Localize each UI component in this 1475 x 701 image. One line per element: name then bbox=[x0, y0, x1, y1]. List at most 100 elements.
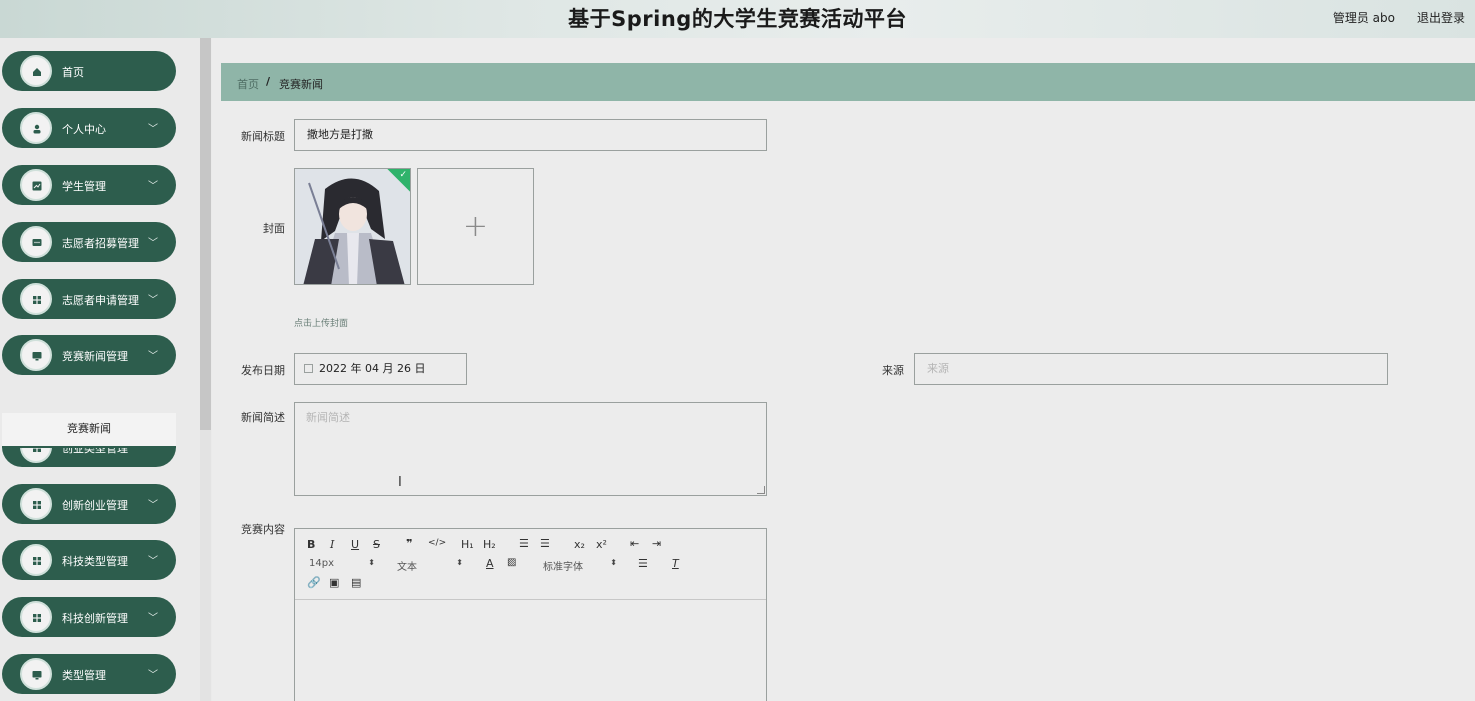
sidebar-item[interactable]: 志愿者招募管理 ﹀ bbox=[2, 222, 176, 262]
sidebar-item-label: 科技类型管理 bbox=[62, 555, 128, 568]
underline-icon[interactable]: U bbox=[351, 538, 359, 551]
video-icon[interactable]: ▤ bbox=[351, 576, 361, 589]
grid-icon bbox=[33, 614, 41, 622]
sidebar-item[interactable]: 创新创业管理 ﹀ bbox=[2, 484, 176, 524]
sidebar-item[interactable]: 学生管理 ﹀ bbox=[2, 165, 176, 205]
monitor-icon bbox=[32, 671, 42, 680]
sidebar-item[interactable]: 类型管理 ﹀ bbox=[2, 654, 176, 694]
chevron-down-icon: ﹀ bbox=[148, 295, 158, 306]
upload-hint: 点击上传封面 bbox=[294, 319, 349, 329]
sidebar-item[interactable]: 竞赛新闻管理 ﹀ bbox=[2, 335, 176, 375]
sidebar-item-label: 科技创新管理 bbox=[62, 612, 128, 625]
sidebar-scrollbar[interactable] bbox=[200, 38, 211, 701]
code-icon[interactable]: </> bbox=[428, 538, 446, 548]
outdent-icon[interactable]: ⇤ bbox=[630, 537, 639, 550]
font-family-select[interactable]: 标准字体 ⬍ bbox=[543, 558, 617, 573]
plus-icon: + bbox=[462, 209, 489, 244]
font-family-value: 标准字体 bbox=[543, 562, 583, 573]
sidebar-item[interactable]: 个人中心 ﹀ bbox=[2, 108, 176, 148]
logout-link[interactable]: 退出登录 bbox=[1417, 9, 1465, 26]
summary-label: 新闻简述 bbox=[241, 411, 285, 424]
chevron-down-icon: ﹀ bbox=[148, 613, 158, 624]
sidebar-item[interactable]: 科技类型管理 ﹀ bbox=[2, 540, 176, 580]
menu-icon-circle bbox=[20, 544, 52, 576]
clear-format-icon[interactable]: T bbox=[672, 557, 679, 570]
subscript-icon[interactable]: x₂ bbox=[574, 538, 585, 551]
sidebar: 首页 个人中心 ﹀ 学生管理 ﹀ 志愿者招募管理 ﹀ 志愿者申请管理 ﹀ 竞赛新闻管理 ﹀ 创业类型管… bbox=[0, 38, 212, 701]
menu-icon-circle bbox=[20, 339, 52, 371]
block-type-select[interactable]: 文本 ⬍ bbox=[397, 558, 463, 573]
grid-icon bbox=[33, 557, 41, 565]
app-title: 基于Spring的大学生竞赛活动平台 bbox=[568, 7, 907, 31]
menu-icon-circle bbox=[20, 112, 52, 144]
date-value: 2022 年 04 月 26 日 bbox=[319, 362, 426, 375]
chevron-down-icon: ﹀ bbox=[148, 556, 158, 567]
breadcrumb-home[interactable]: 首页 bbox=[237, 76, 259, 92]
grid-icon bbox=[33, 296, 41, 304]
heading1-icon[interactable]: H₁ bbox=[461, 538, 474, 551]
grid-icon bbox=[33, 501, 41, 509]
font-size-value: 14px bbox=[309, 558, 334, 569]
cover-image[interactable]: ✓ bbox=[294, 168, 411, 285]
sidebar-item-label: 志愿者招募管理 bbox=[62, 237, 139, 250]
sidebar-item-label: 个人中心 bbox=[62, 123, 106, 136]
source-label: 来源 bbox=[882, 364, 904, 377]
bullet-list-icon[interactable]: ☰ bbox=[540, 537, 550, 550]
summary-placeholder: 新闻简述 bbox=[306, 411, 350, 424]
chevron-down-icon: ﹀ bbox=[148, 351, 158, 362]
source-input[interactable]: 来源 bbox=[914, 353, 1388, 385]
select-arrow-icon: ⬍ bbox=[610, 558, 617, 567]
menu-icon-circle bbox=[20, 226, 52, 258]
person-icon bbox=[33, 124, 41, 134]
submenu-item-news[interactable]: 竞赛新闻 bbox=[2, 413, 176, 448]
menu-icon-circle bbox=[20, 488, 52, 520]
top-bar: 基于Spring的大学生竞赛活动平台 管理员 abo 退出登录 bbox=[0, 0, 1475, 38]
cover-label: 封面 bbox=[263, 222, 285, 235]
title-label: 新闻标题 bbox=[241, 130, 285, 143]
chevron-down-icon: ﹀ bbox=[148, 181, 158, 192]
ordered-list-icon[interactable]: ☰ bbox=[519, 537, 529, 550]
chevron-down-icon: ﹀ bbox=[148, 670, 158, 681]
summary-textarea[interactable]: 新闻简述 bbox=[294, 402, 767, 496]
sidebar-item[interactable]: 志愿者申请管理 ﹀ bbox=[2, 279, 176, 319]
resize-handle[interactable] bbox=[757, 486, 765, 494]
image-icon[interactable]: ▣ bbox=[329, 576, 339, 589]
chat-icon bbox=[32, 239, 42, 246]
heading2-icon[interactable]: H₂ bbox=[483, 538, 496, 551]
content-label: 竞赛内容 bbox=[241, 523, 285, 536]
background-color-icon[interactable]: ▨ bbox=[507, 557, 516, 568]
select-arrow-icon: ⬍ bbox=[456, 558, 463, 567]
sidebar-item-label: 志愿者申请管理 bbox=[62, 294, 139, 307]
align-icon[interactable]: ☰ bbox=[638, 557, 648, 570]
scrollbar-thumb[interactable] bbox=[200, 38, 211, 430]
strike-icon[interactable]: S bbox=[373, 538, 380, 551]
superscript-icon[interactable]: x² bbox=[596, 538, 607, 551]
title-input[interactable]: 撒地方是打撒 bbox=[294, 119, 767, 151]
font-size-select[interactable]: 14px ⬍ bbox=[309, 558, 375, 569]
breadcrumb-separator: / bbox=[266, 75, 271, 88]
upload-add-button[interactable]: + bbox=[417, 168, 534, 285]
rich-text-editor[interactable]: B I U S ❞ </> H₁ H₂ ☰ ☰ x₂ x² ⇤ ⇥ 14px ⬍ … bbox=[294, 528, 767, 701]
breadcrumb-current: 竞赛新闻 bbox=[279, 78, 323, 91]
menu-icon-circle bbox=[20, 658, 52, 690]
sidebar-item-label: 创新创业管理 bbox=[62, 499, 128, 512]
title-value: 撒地方是打撒 bbox=[307, 128, 373, 141]
block-type-value: 文本 bbox=[397, 562, 417, 573]
font-color-icon[interactable]: A bbox=[486, 557, 494, 570]
sidebar-item-label: 竞赛新闻管理 bbox=[62, 350, 128, 363]
link-icon[interactable]: 🔗 bbox=[307, 576, 321, 589]
chevron-down-icon: ﹀ bbox=[148, 238, 158, 249]
main-content: 首页 / 竞赛新闻 新闻标题 撒地方是打撒 封面 ✓ + 点击上传封面 发布日期… bbox=[212, 38, 1475, 701]
indent-icon[interactable]: ⇥ bbox=[652, 537, 661, 550]
bold-icon[interactable]: B bbox=[307, 538, 315, 551]
select-arrow-icon: ⬍ bbox=[368, 558, 375, 567]
chart-icon bbox=[32, 181, 42, 191]
calendar-icon bbox=[304, 364, 313, 373]
italic-icon[interactable]: I bbox=[330, 538, 334, 551]
current-user: 管理员 abo bbox=[1332, 11, 1395, 25]
quote-icon[interactable]: ❞ bbox=[406, 537, 412, 550]
sidebar-item[interactable]: 首页 bbox=[2, 51, 176, 91]
cover-illustration bbox=[295, 169, 410, 284]
date-picker[interactable]: 2022 年 04 月 26 日 bbox=[294, 353, 467, 385]
sidebar-item[interactable]: 科技创新管理 ﹀ bbox=[2, 597, 176, 637]
